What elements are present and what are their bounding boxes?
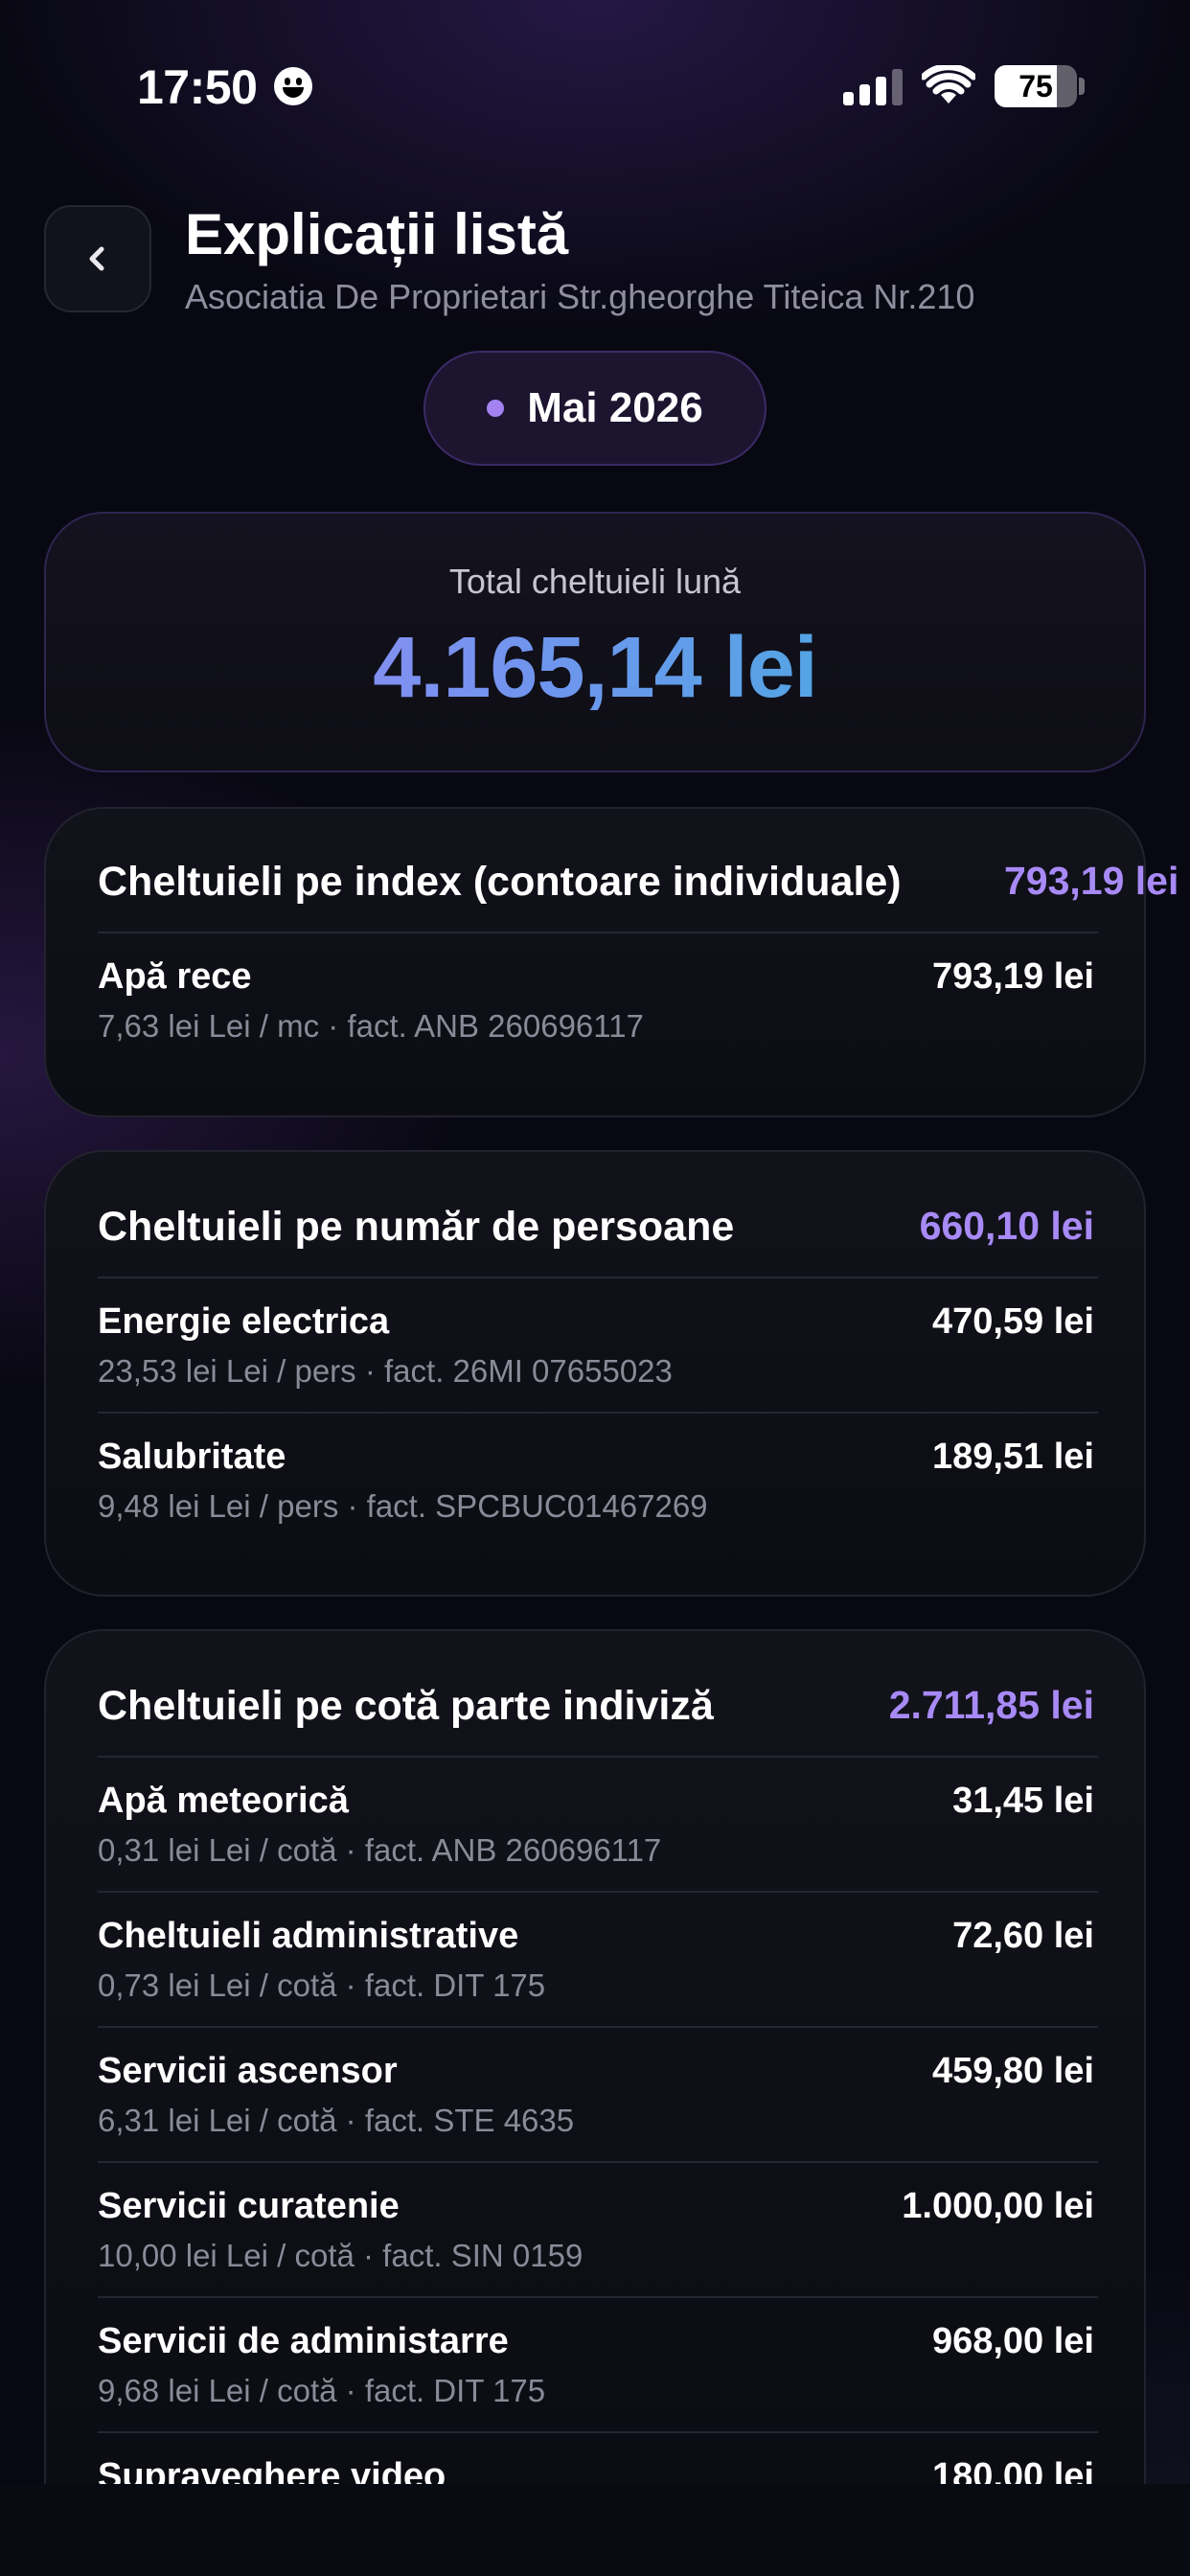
item-name: Servicii curatenie xyxy=(98,2186,400,2226)
month-label: Mai 2026 xyxy=(527,384,703,431)
item-detail: 10,00 lei Lei / cotă · fact. SIN 0159 xyxy=(98,2238,584,2273)
section-total: 660,10 lei xyxy=(919,1204,1094,1248)
item-name: Apă meteorică xyxy=(98,1781,349,1821)
battery-icon: 75 xyxy=(995,65,1077,107)
item-amount: 793,19 lei xyxy=(931,956,1094,997)
page-title: Explicații listă xyxy=(185,202,569,266)
item-amount: 1.000,00 lei xyxy=(902,2186,1094,2226)
section-title: Cheltuieli pe cotă parte indiviză xyxy=(98,1683,714,1729)
section-title: Cheltuieli pe număr de persoane xyxy=(98,1204,735,1250)
item-name: Cheltuieli administrative xyxy=(98,1916,519,1956)
divider xyxy=(98,2431,1098,2433)
item-detail: 9,48 lei Lei / pers · fact. SPCBUC014672… xyxy=(98,1488,708,1524)
divider xyxy=(98,1891,1098,1893)
association-name: Asociatia De Proprietari Str.gheorghe Ti… xyxy=(185,277,975,316)
item-detail: 0,73 lei Lei / cotă · fact. DIT 175 xyxy=(98,1967,546,2003)
divider xyxy=(98,1756,1098,1758)
item-detail: 0,31 lei Lei / cotă · fact. ANB 26069611… xyxy=(98,1832,662,1868)
wifi-icon xyxy=(922,65,975,104)
status-bar: 17:50 75 xyxy=(0,0,1190,163)
battery-level: 75 xyxy=(1018,69,1053,104)
item-amount: 180,00 lei xyxy=(931,2456,1094,2484)
month-dot-icon xyxy=(487,400,505,417)
chevron-left-icon xyxy=(89,246,104,271)
item-name: Energie electrica xyxy=(98,1301,390,1342)
item-detail: 23,53 lei Lei / pers · fact. 26MI 076550… xyxy=(98,1353,673,1389)
battery-cap xyxy=(1079,78,1085,95)
divider xyxy=(98,1276,1098,1278)
back-button[interactable] xyxy=(44,205,151,312)
section-card-shares: Cheltuieli pe cotă parte indiviză 2.711,… xyxy=(44,1629,1146,2484)
bottom-safe-area xyxy=(0,2484,1190,2576)
item-name: Servicii de administarre xyxy=(98,2321,509,2361)
section-card-persons: Cheltuieli pe număr de persoane 660,10 l… xyxy=(44,1150,1146,1597)
item-amount: 459,80 lei xyxy=(931,2051,1094,2091)
item-amount: 470,59 lei xyxy=(931,1301,1094,1342)
item-name: Supraveghere video xyxy=(98,2456,446,2484)
cellular-signal-icon xyxy=(843,69,903,105)
smiley-icon xyxy=(274,67,312,105)
item-name: Salubritate xyxy=(98,1437,286,1477)
section-title: Cheltuieli pe index (contoare individual… xyxy=(98,859,902,905)
divider xyxy=(98,2026,1098,2028)
divider xyxy=(98,2161,1098,2163)
section-total: 2.711,85 lei xyxy=(888,1683,1094,1727)
total-value: 4.165,14 lei xyxy=(46,619,1144,718)
item-detail: 7,63 lei Lei / mc · fact. ANB 260696117 xyxy=(98,1008,644,1044)
item-detail: 6,31 lei Lei / cotă · fact. STE 4635 xyxy=(98,2103,575,2138)
status-time: 17:50 xyxy=(137,60,258,114)
item-name: Apă rece xyxy=(98,956,252,997)
total-expenses-card: Total cheltuieli lună 4.165,14 lei xyxy=(44,512,1146,772)
item-name: Servicii ascensor xyxy=(98,2051,398,2091)
item-detail: 9,68 lei Lei / cotă · fact. DIT 175 xyxy=(98,2373,546,2408)
month-selector[interactable]: Mai 2026 xyxy=(423,351,767,466)
divider xyxy=(98,932,1098,933)
item-amount: 189,51 lei xyxy=(931,1437,1094,1477)
total-label: Total cheltuieli lună xyxy=(448,562,742,601)
divider xyxy=(98,1412,1098,1414)
item-amount: 968,00 lei xyxy=(931,2321,1094,2361)
section-card-index: Cheltuieli pe index (contoare individual… xyxy=(44,807,1179,1117)
divider xyxy=(98,2296,1098,2298)
item-amount: 31,45 lei xyxy=(952,1781,1094,1821)
item-amount: 72,60 lei xyxy=(952,1916,1094,1956)
section-total: 793,19 lei xyxy=(1004,859,1179,903)
